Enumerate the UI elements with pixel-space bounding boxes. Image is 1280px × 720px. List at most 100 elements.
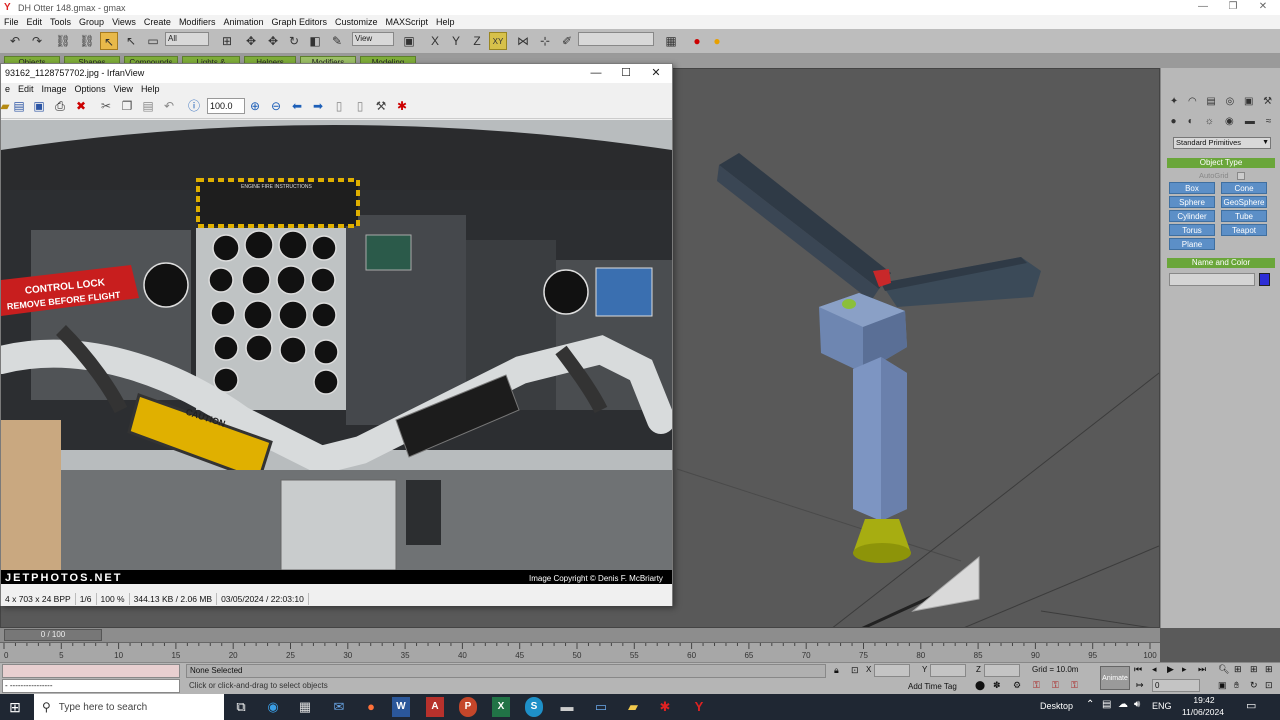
menu-animation[interactable]: Animation (219, 17, 267, 27)
timeline-ruler[interactable]: 0 5 10 15 20 25 30 35 40 45 50 55 60 65 70 75 80 85 90 95 10… (0, 642, 1160, 662)
z-axis-icon[interactable]: Z (468, 32, 486, 50)
set-key-icon[interactable]: ⚿ (1071, 680, 1078, 691)
move-xy-icon[interactable]: ✥ (264, 32, 282, 50)
snap-2d-icon[interactable]: ⬤ (975, 680, 985, 691)
redo-icon[interactable]: ↷ (28, 32, 46, 50)
menu-create[interactable]: Create (140, 17, 175, 27)
edge-browser-icon[interactable]: ◉ (262, 697, 284, 717)
motion-tab-icon[interactable]: ◎ (1226, 96, 1235, 110)
z-coord-input[interactable] (984, 664, 1020, 677)
named-selection-dropdown[interactable] (578, 32, 654, 46)
hierarchy-tab-icon[interactable]: ▤ (1206, 96, 1215, 110)
paste-icon[interactable]: ▤ (140, 98, 156, 114)
notifications-icon[interactable]: ▭ (1246, 699, 1256, 712)
task-view-icon[interactable]: ⧉ (230, 697, 252, 717)
snap-toggle-icon[interactable]: ✐ (558, 32, 576, 50)
irfanview-maximize-icon[interactable]: ☐ (611, 64, 641, 83)
menu-group[interactable]: Group (75, 17, 108, 27)
wedge-object[interactable] (911, 555, 980, 612)
cameras-icon[interactable]: ◉ (1225, 116, 1234, 130)
primitive-type-dropdown[interactable]: Standard Primitives ▼ (1173, 137, 1271, 149)
coord-system-dropdown[interactable]: View (352, 32, 394, 46)
zoom-out-icon[interactable]: ⊖ (268, 98, 284, 114)
plane-button[interactable]: Plane (1169, 238, 1215, 250)
zoom-input[interactable]: 100.0 (207, 98, 245, 114)
helpers-icon[interactable]: ▬ (1245, 116, 1255, 130)
time-slider-thumb[interactable]: 0 / 100 (4, 629, 102, 641)
spacewarps-icon[interactable]: ≈ (1266, 116, 1272, 130)
align-icon[interactable]: ⊹ (536, 32, 554, 50)
object-color-swatch[interactable] (1259, 273, 1270, 286)
material-editor-icon[interactable]: ▦ (662, 32, 680, 50)
quick-render-icon[interactable]: ● (708, 32, 726, 50)
lock-icon[interactable]: 🔒︎ (834, 665, 839, 676)
key-mode-icon[interactable]: ⚿ (1052, 680, 1059, 691)
zoom-viewport-icon[interactable]: 🔍︎ (1218, 664, 1229, 675)
sphere-button[interactable]: Sphere (1169, 196, 1215, 208)
iv-menu-image[interactable]: Image (38, 84, 71, 94)
field-of-view-icon[interactable]: ▣ (1218, 680, 1227, 691)
chevron-up-icon[interactable]: ⌃ (1086, 699, 1094, 710)
absolute-mode-icon[interactable]: ⊡ (851, 665, 859, 676)
menu-file[interactable]: File (0, 17, 23, 27)
last-page-icon[interactable]: ▯ (352, 98, 368, 114)
teapot-button[interactable]: Teapot (1221, 224, 1267, 236)
settings-icon[interactable]: ⚒ (373, 98, 389, 114)
percent-snap-icon[interactable]: ⚙ (1013, 680, 1021, 691)
close-icon[interactable]: ✕ (1246, 0, 1280, 15)
menu-customize[interactable]: Customize (331, 17, 382, 27)
skype-icon[interactable]: S (525, 697, 543, 717)
utilities-tab-icon[interactable]: ⚒ (1263, 96, 1272, 110)
time-slider-track[interactable]: 0 / 100 (0, 628, 1160, 642)
tube-button[interactable]: Tube (1221, 210, 1267, 222)
mirror-icon[interactable]: ⋈ (514, 32, 532, 50)
desktop-toolbar-label[interactable]: Desktop (1040, 701, 1073, 711)
menu-graph-editors[interactable]: Graph Editors (267, 17, 331, 27)
box-button[interactable]: Box (1169, 182, 1215, 194)
x-axis-icon[interactable]: X (426, 32, 444, 50)
menu-tools[interactable]: Tools (46, 17, 75, 27)
rotate-icon[interactable]: ↻ (285, 32, 303, 50)
lever-arm-left[interactable] (719, 153, 891, 289)
taskbar-search-box[interactable]: ⚲ Type here to search (34, 694, 224, 720)
previous-icon[interactable]: ⬅ (289, 98, 305, 114)
restore-icon[interactable]: ❐ (1216, 0, 1250, 15)
app-icon[interactable]: ▬ (556, 697, 578, 717)
maximize-viewport-icon[interactable]: ⊡ (1265, 680, 1273, 691)
display-tab-icon[interactable]: ▣ (1244, 96, 1253, 110)
word-icon[interactable]: W (392, 697, 410, 717)
iv-menu-options[interactable]: Options (71, 84, 110, 94)
file-explorer-icon[interactable]: ▰ (622, 697, 644, 717)
menu-help[interactable]: Help (432, 17, 459, 27)
next-frame-icon[interactable]: ▸ (1182, 664, 1187, 675)
zoom-extents-icon[interactable]: ⊞ (1250, 664, 1258, 675)
y-coord-input[interactable] (930, 664, 966, 677)
previous-frame-icon[interactable]: ◂ (1152, 664, 1157, 675)
object-type-rollout-header[interactable]: Object Type (1167, 158, 1275, 168)
minimize-icon[interactable]: — (1186, 0, 1220, 15)
link-icon[interactable]: ⛓ (54, 32, 72, 50)
angle-snap-icon[interactable]: ✽ (993, 680, 1001, 691)
shapes-icon[interactable]: ◐ (1188, 116, 1194, 130)
key-icon[interactable]: ⚿ (1033, 680, 1040, 691)
arc-rotate-icon[interactable]: ↻ (1250, 680, 1258, 691)
select-object-icon[interactable]: ↖ (100, 32, 118, 50)
delete-icon[interactable]: ✖ (73, 98, 89, 114)
menu-views[interactable]: Views (108, 17, 140, 27)
menu-edit[interactable]: Edit (23, 17, 47, 27)
firefox-icon[interactable]: ● (360, 697, 382, 717)
cylinder-button[interactable]: Cylinder (1169, 210, 1215, 222)
clock-date[interactable]: 11/06/2024 (1172, 707, 1234, 717)
create-tab-icon[interactable]: ✦ (1170, 96, 1178, 110)
geosphere-button[interactable]: GeoSphere (1221, 196, 1267, 208)
undo-icon[interactable]: ↶ (161, 98, 177, 114)
autogrid-checkbox[interactable] (1237, 172, 1245, 180)
move-icon[interactable]: ✥ (242, 32, 260, 50)
goto-start-icon[interactable]: ⏮ (1134, 664, 1142, 675)
y-axis-icon[interactable]: Y (447, 32, 465, 50)
remote-desktop-icon[interactable]: ▭ (590, 697, 612, 717)
zoom-extents-all-icon[interactable]: ⊞ (1265, 664, 1273, 675)
volume-icon[interactable]: 🔊︎ (1134, 699, 1140, 710)
start-windows-icon[interactable]: ⊞ (4, 697, 26, 717)
add-time-tag-button[interactable]: Add Time Tag (908, 682, 957, 691)
